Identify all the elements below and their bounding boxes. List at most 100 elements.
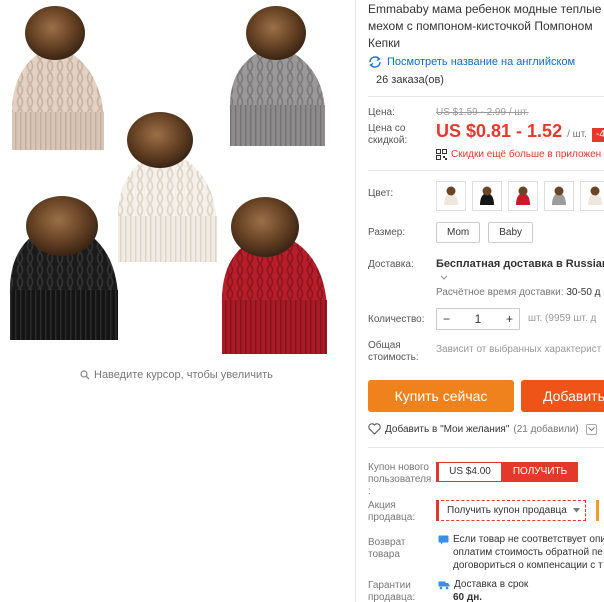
delivery-estimate-value: 30-50 д bbox=[566, 287, 601, 298]
quantity-minus-button[interactable]: − bbox=[443, 312, 450, 326]
color-label: Цвет: bbox=[368, 188, 394, 199]
chevron-down-icon bbox=[587, 426, 595, 431]
coupon-label-line: : bbox=[368, 486, 371, 497]
current-price: US $0.81 - 1.52 / шт. bbox=[436, 121, 587, 142]
app-promo-text[interactable]: Скидки ещё больше в приложен bbox=[451, 149, 601, 160]
color-swatches bbox=[436, 181, 604, 211]
color-swatch-red[interactable] bbox=[508, 181, 538, 211]
product-title-line: Кепки bbox=[368, 36, 401, 50]
size-label: Размер: bbox=[368, 227, 406, 238]
guarantee-days: 60 дн. bbox=[453, 592, 483, 602]
promo-label: Акция продавца: bbox=[368, 500, 415, 524]
coupon-label-line: Купон нового bbox=[368, 462, 429, 473]
zoom-hint-text: Наведите курсор, чтобы увеличить bbox=[94, 369, 273, 381]
orders-count: 26 заказа(ов) bbox=[376, 74, 444, 86]
hat-thumbnail bbox=[588, 186, 602, 205]
coupon-amount: US $4.00 bbox=[436, 462, 502, 482]
product-info: Emmababy мама ребенок модные теплые мехо… bbox=[368, 0, 604, 602]
total-label: Общая стоимость: bbox=[368, 340, 419, 364]
product-title-line: Emmababy мама ребенок модные теплые bbox=[368, 2, 602, 16]
qr-code-icon bbox=[436, 149, 447, 160]
returns-line-text: Если товар не соответствует опи bbox=[453, 534, 604, 545]
total-label-line: Общая bbox=[368, 340, 401, 351]
shipping-label: Доставка: bbox=[368, 259, 414, 270]
hat-thumbnail bbox=[552, 186, 566, 205]
returns-line: договориться о компенсации с т bbox=[453, 560, 603, 571]
quantity-label: Количество: bbox=[368, 314, 425, 325]
buy-now-button[interactable]: Купить сейчас bbox=[368, 380, 514, 412]
column-divider bbox=[355, 0, 356, 602]
get-coupon-button[interactable]: ПОЛУЧИТЬ bbox=[502, 462, 578, 482]
seller-coupon-dropdown[interactable]: Получить купон продавца bbox=[436, 500, 586, 521]
wishlist-link[interactable]: Добавить в "Мои желания" (21 добавили) bbox=[368, 423, 597, 435]
guarantee-info: Доставка в срок 60 дн. bbox=[438, 578, 528, 602]
product-title-line: мехом с помпоном-кисточкой Помпоном bbox=[368, 19, 593, 33]
translate-link[interactable]: Посмотреть название на английском bbox=[368, 56, 575, 68]
chat-icon bbox=[438, 535, 449, 544]
quantity-plus-button[interactable]: + bbox=[506, 312, 513, 326]
size-options: Mom Baby bbox=[436, 222, 534, 243]
returns-label-line: Возврат bbox=[368, 537, 406, 548]
hat-red bbox=[221, 197, 327, 354]
total-label-line: стоимость: bbox=[368, 352, 419, 363]
guarantee-line: Доставка в срок bbox=[438, 578, 528, 591]
promo-label-line: продавца: bbox=[368, 512, 416, 523]
divider bbox=[368, 447, 604, 448]
hat-thumbnail bbox=[516, 186, 530, 205]
color-swatch-black[interactable] bbox=[472, 181, 502, 211]
hat-white bbox=[117, 112, 217, 262]
color-swatch-beige-2[interactable] bbox=[580, 181, 604, 211]
price-label: Цена: bbox=[368, 107, 395, 118]
coupon-label: Купон нового пользователя : bbox=[368, 462, 431, 498]
hat-beige bbox=[11, 6, 104, 150]
chevron-down-icon[interactable] bbox=[440, 274, 448, 282]
wishlist-text[interactable]: Добавить в "Мои желания" bbox=[385, 424, 509, 435]
price-unit: / шт. bbox=[567, 129, 587, 140]
translate-icon bbox=[369, 56, 381, 68]
hat-gray bbox=[229, 6, 325, 146]
returns-info: Если товар не соответствует опи оплатим … bbox=[438, 533, 604, 572]
size-option-mom[interactable]: Mom bbox=[436, 222, 481, 243]
shipping-method-text[interactable]: Бесплатная доставка в Russian Fe bbox=[436, 258, 604, 270]
add-to-cart-button[interactable]: Добавить bbox=[521, 380, 604, 412]
discount-badge: -4 bbox=[592, 128, 604, 142]
product-title: Emmababy мама ребенок модные теплые мехо… bbox=[368, 1, 604, 52]
guarantee-label-line: продавца: bbox=[368, 592, 416, 602]
color-swatch-beige[interactable] bbox=[436, 181, 466, 211]
wishlist-count: (21 добавили) bbox=[513, 423, 579, 435]
shipping-method[interactable]: Бесплатная доставка в Russian Fe bbox=[436, 258, 604, 270]
seller-coupon-extra[interactable] bbox=[596, 500, 604, 521]
divider bbox=[368, 96, 604, 97]
color-swatch-gray[interactable] bbox=[544, 181, 574, 211]
hat-thumbnail bbox=[444, 186, 458, 205]
product-gallery[interactable]: Наведите курсор, чтобы увеличить bbox=[0, 0, 355, 390]
available-quantity: шт. (9959 шт. д bbox=[528, 313, 597, 324]
returns-label: Возврат товара bbox=[368, 537, 406, 561]
guarantee-label: Гарантии продавца: bbox=[368, 580, 415, 602]
returns-line: оплатим стоимость обратной пе bbox=[453, 547, 603, 558]
heart-icon bbox=[368, 423, 381, 435]
returns-label-line: товара bbox=[368, 549, 400, 560]
guarantee-line-text: Доставка в срок bbox=[454, 579, 529, 590]
quantity-value[interactable]: 1 bbox=[475, 312, 482, 326]
app-promo[interactable]: Скидки ещё больше в приложен bbox=[436, 149, 601, 160]
product-image[interactable] bbox=[0, 0, 355, 390]
quantity-stepper[interactable]: − 1 + bbox=[436, 308, 520, 330]
current-price-value: US $0.81 - 1.52 bbox=[436, 121, 563, 141]
discount-price-label: Цена со скидкой: bbox=[368, 123, 407, 147]
delivery-estimate: Расчётное время доставки: 30-50 д bbox=[436, 287, 601, 298]
truck-icon bbox=[438, 581, 450, 589]
wishlist-dropdown[interactable] bbox=[585, 423, 597, 435]
magnifier-icon bbox=[80, 370, 90, 380]
total-value: Зависит от выбранных характерист bbox=[436, 344, 602, 355]
seller-coupon-text[interactable]: Получить купон продавца bbox=[447, 501, 567, 520]
delivery-estimate-label: Расчётное время доставки: bbox=[436, 287, 564, 298]
discount-price-label-line: Цена со bbox=[368, 123, 406, 134]
returns-line: Если товар не соответствует опи bbox=[438, 533, 604, 546]
translate-link-text[interactable]: Посмотреть название на английском bbox=[387, 56, 575, 68]
discount-price-label-line: скидкой: bbox=[368, 135, 408, 146]
guarantee-label-line: Гарантии bbox=[368, 580, 411, 591]
size-option-baby[interactable]: Baby bbox=[488, 222, 534, 243]
hat-thumbnail bbox=[480, 186, 494, 205]
coupon-label-line: пользователя bbox=[368, 474, 432, 485]
